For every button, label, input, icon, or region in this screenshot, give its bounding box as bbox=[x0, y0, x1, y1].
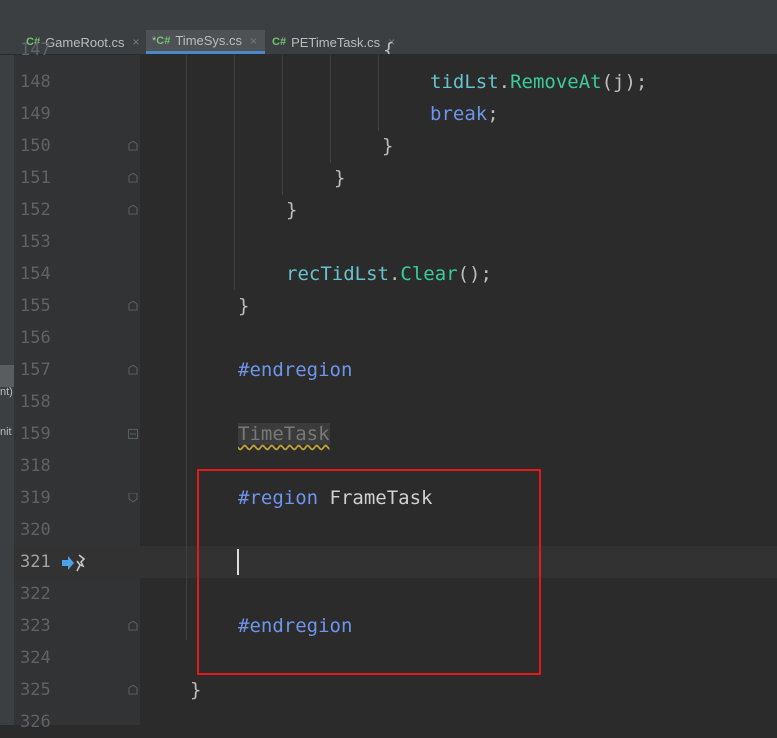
line-number[interactable]: 150 bbox=[20, 130, 60, 162]
fold-marker-icon[interactable] bbox=[128, 205, 138, 215]
close-tab-icon[interactable]: × bbox=[250, 34, 257, 48]
fold-marker-icon[interactable] bbox=[128, 301, 138, 311]
code-line[interactable]: } bbox=[190, 674, 201, 706]
tab-label: TimeSys.cs bbox=[175, 33, 243, 48]
tab-timesys[interactable]: *C# TimeSys.cs × bbox=[146, 30, 266, 54]
line-number[interactable]: 147 bbox=[20, 34, 60, 66]
annotation-highlight-box bbox=[197, 469, 541, 675]
tree-item-fragment: nit bbox=[0, 426, 12, 438]
line-number[interactable]: 155 bbox=[20, 290, 60, 322]
code-line[interactable]: recTidLst.Clear(); bbox=[286, 258, 492, 290]
fold-expand-icon[interactable] bbox=[128, 429, 138, 439]
fold-marker-icon[interactable] bbox=[128, 173, 138, 183]
line-number[interactable]: 318 bbox=[20, 450, 60, 482]
arrow-with-pin-icon[interactable] bbox=[61, 553, 87, 573]
tab-label: PETimeTask.cs bbox=[291, 34, 381, 50]
line-number[interactable]: 156 bbox=[20, 322, 60, 354]
fold-marker-icon[interactable] bbox=[128, 141, 138, 151]
line-number[interactable]: 325 bbox=[20, 674, 60, 706]
line-number[interactable]: 152 bbox=[20, 194, 60, 226]
line-number[interactable]: 320 bbox=[20, 514, 60, 546]
code-line[interactable]: #endregion bbox=[238, 354, 352, 386]
code-line[interactable]: } bbox=[334, 162, 345, 194]
csharp-file-icon: C# bbox=[272, 36, 287, 48]
line-number[interactable]: 324 bbox=[20, 642, 60, 674]
fold-marker-icon[interactable] bbox=[128, 493, 138, 503]
fold-marker-icon[interactable] bbox=[128, 365, 138, 375]
title-toolbar bbox=[0, 0, 777, 31]
line-number[interactable]: 323 bbox=[20, 610, 60, 642]
line-number[interactable]: 149 bbox=[20, 98, 60, 130]
code-line[interactable]: { bbox=[383, 34, 394, 54]
collapsed-region[interactable]: TimeTask bbox=[238, 418, 330, 450]
line-number[interactable]: 326 bbox=[20, 706, 60, 738]
csharp-file-icon: *C# bbox=[152, 34, 171, 47]
close-tab-icon[interactable]: × bbox=[133, 35, 140, 49]
tree-item-fragment: nt) bbox=[0, 386, 13, 398]
line-number-current[interactable]: 321 bbox=[20, 546, 60, 578]
indent-guide bbox=[234, 55, 235, 290]
selected-tree-item[interactable] bbox=[0, 365, 14, 387]
line-number[interactable]: 153 bbox=[20, 226, 60, 258]
left-tool-panel-edge[interactable]: nt) nit bbox=[0, 55, 14, 725]
code-line[interactable]: } bbox=[286, 194, 297, 226]
code-line[interactable]: } bbox=[382, 130, 393, 162]
line-number[interactable]: 158 bbox=[20, 386, 60, 418]
line-number[interactable]: 157 bbox=[20, 354, 60, 386]
fold-marker-icon[interactable] bbox=[128, 685, 138, 695]
line-number[interactable]: 319 bbox=[20, 482, 60, 514]
line-number[interactable]: 148 bbox=[20, 66, 60, 98]
line-number[interactable]: 154 bbox=[20, 258, 60, 290]
line-number[interactable]: 322 bbox=[20, 578, 60, 610]
code-line[interactable]: tidLst.RemoveAt(j); bbox=[430, 66, 647, 98]
indent-guide bbox=[330, 55, 331, 163]
code-line[interactable]: } bbox=[238, 290, 249, 322]
tab-petimetask[interactable]: C# PETimeTask.cs × bbox=[272, 30, 395, 54]
code-line[interactable]: break; bbox=[430, 98, 499, 130]
indent-guide bbox=[282, 55, 283, 195]
line-number[interactable]: 159 bbox=[20, 418, 60, 450]
fold-marker-icon[interactable] bbox=[128, 621, 138, 631]
indent-guide bbox=[378, 55, 379, 131]
line-number[interactable]: 151 bbox=[20, 162, 60, 194]
indent-guide bbox=[186, 55, 187, 640]
